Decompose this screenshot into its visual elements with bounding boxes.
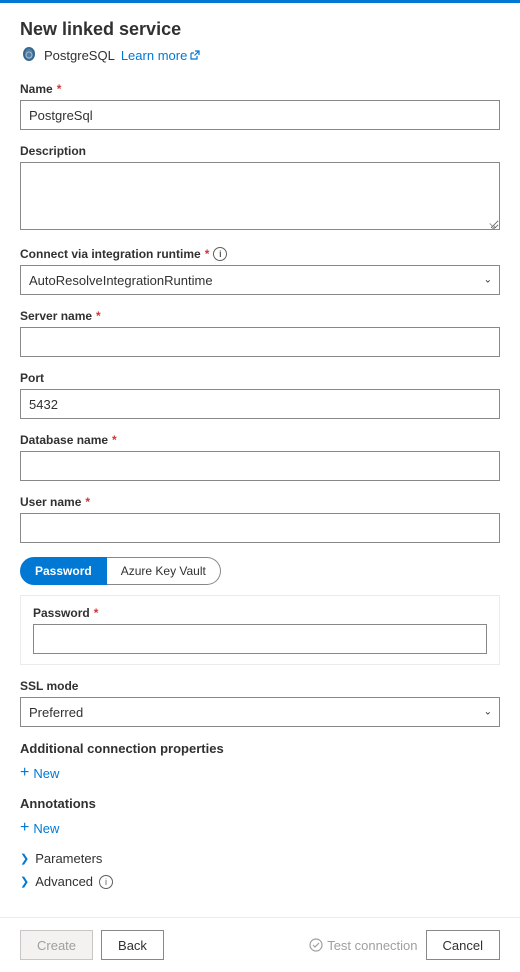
external-link-icon [189, 50, 200, 61]
description-group: Description ↘ [20, 144, 500, 233]
port-label: Port [20, 371, 500, 385]
database-name-group: Database name * [20, 433, 500, 481]
server-name-label: Server name * [20, 309, 500, 323]
test-connection-area: Test connection [309, 938, 417, 953]
service-name: PostgreSQL [44, 48, 115, 63]
user-name-group: User name * [20, 495, 500, 543]
description-textarea-wrapper: ↘ [20, 162, 500, 233]
service-header: PostgreSQL Learn more [20, 46, 500, 64]
integration-runtime-required: * [205, 247, 210, 261]
auth-toggle-group: Password Azure Key Vault [20, 557, 500, 585]
advanced-info-icon[interactable]: i [99, 875, 113, 889]
annotations-title: Annotations [20, 796, 500, 811]
back-button[interactable]: Back [101, 930, 164, 960]
database-name-input[interactable] [20, 451, 500, 481]
learn-more-link[interactable]: Learn more [121, 48, 200, 63]
parameters-row[interactable]: ❯ Parameters [20, 851, 500, 866]
additional-connection-properties-group: Additional connection properties + New [20, 741, 500, 782]
server-name-group: Server name * [20, 309, 500, 357]
port-input[interactable] [20, 389, 500, 419]
ssl-mode-select[interactable]: Preferred Require Disable Allow VerifyCA… [20, 697, 500, 727]
integration-runtime-select[interactable]: AutoResolveIntegrationRuntime [20, 265, 500, 295]
postgresql-icon [20, 46, 38, 64]
advanced-chevron-icon: ❯ [20, 875, 29, 888]
integration-runtime-label: Connect via integration runtime * i [20, 247, 500, 261]
password-required: * [94, 606, 99, 620]
create-button[interactable]: Create [20, 930, 93, 960]
azure-key-vault-toggle-btn[interactable]: Azure Key Vault [107, 557, 221, 585]
description-label: Description [20, 144, 500, 158]
test-connection-label[interactable]: Test connection [327, 938, 417, 953]
annotations-new-button[interactable]: + New [20, 819, 59, 837]
description-textarea[interactable] [20, 162, 500, 230]
name-label: Name * [20, 82, 500, 96]
name-required: * [57, 82, 62, 96]
password-section: Password * [20, 595, 500, 665]
server-name-input[interactable] [20, 327, 500, 357]
additional-plus-icon: + [20, 764, 29, 782]
database-name-required: * [112, 433, 117, 447]
password-label: Password * [33, 606, 487, 620]
panel: New linked service PostgreSQL Learn more… [0, 3, 520, 917]
user-name-required: * [85, 495, 90, 509]
panel-title: New linked service [20, 19, 500, 40]
password-toggle-btn[interactable]: Password [20, 557, 107, 585]
integration-runtime-info-icon[interactable]: i [213, 247, 227, 261]
password-input[interactable] [33, 624, 487, 654]
additional-new-button[interactable]: + New [20, 764, 59, 782]
annotations-group: Annotations + New [20, 796, 500, 837]
port-group: Port [20, 371, 500, 419]
ssl-mode-label: SSL mode [20, 679, 500, 693]
annotations-plus-icon: + [20, 819, 29, 837]
database-name-label: Database name * [20, 433, 500, 447]
user-name-label: User name * [20, 495, 500, 509]
parameters-chevron-icon: ❯ [20, 852, 29, 865]
integration-runtime-select-wrapper: AutoResolveIntegrationRuntime ⌄ [20, 265, 500, 295]
name-input[interactable] [20, 100, 500, 130]
name-group: Name * [20, 82, 500, 130]
test-connection-icon [309, 938, 323, 952]
additional-connection-properties-title: Additional connection properties [20, 741, 500, 756]
parameters-label: Parameters [35, 851, 102, 866]
cancel-button[interactable]: Cancel [426, 930, 500, 960]
password-group: Password * [33, 606, 487, 654]
server-name-required: * [96, 309, 101, 323]
integration-runtime-group: Connect via integration runtime * i Auto… [20, 247, 500, 295]
user-name-input[interactable] [20, 513, 500, 543]
ssl-mode-group: SSL mode Preferred Require Disable Allow… [20, 679, 500, 727]
footer: Create Back Test connection Cancel [0, 917, 520, 972]
resize-handle: ↘ [488, 221, 498, 231]
ssl-mode-select-wrapper: Preferred Require Disable Allow VerifyCA… [20, 697, 500, 727]
